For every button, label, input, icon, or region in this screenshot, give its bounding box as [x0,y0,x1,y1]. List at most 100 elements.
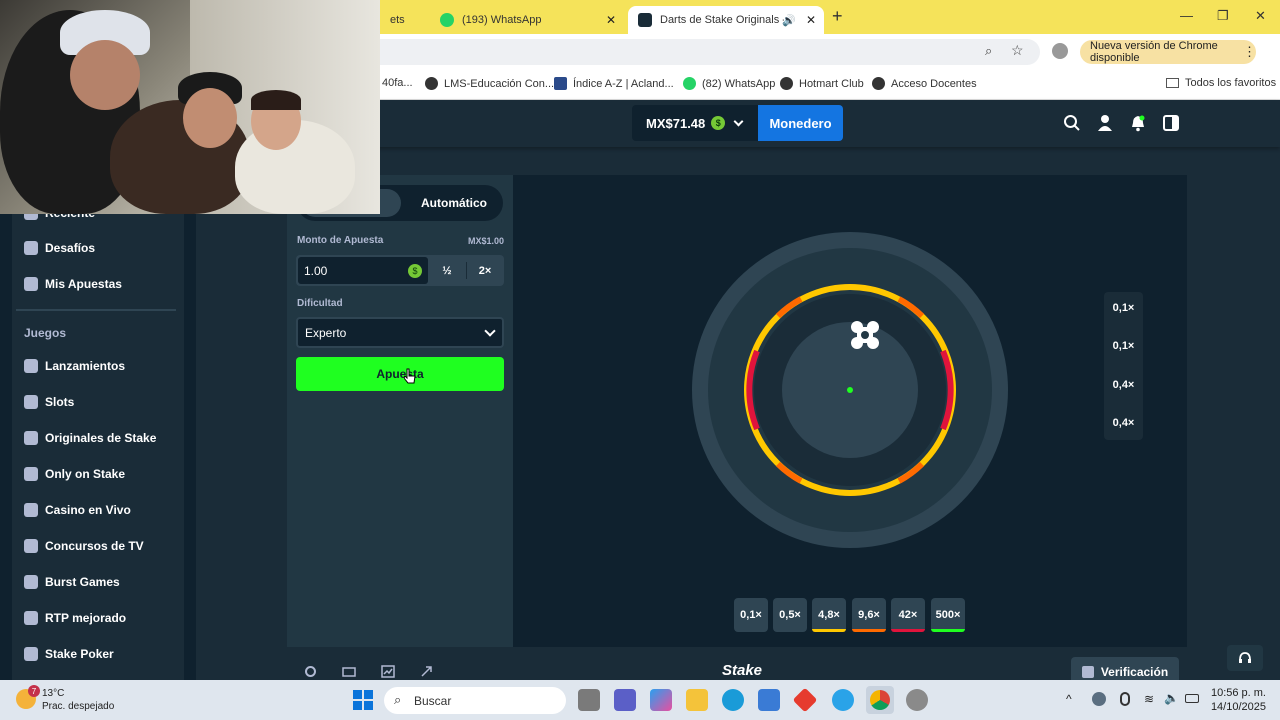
sidebar-item-rtp-mejorado[interactable]: RTP mejorado [24,611,126,625]
balance-display[interactable]: MX$71.48 $ [632,105,758,141]
close-icon[interactable]: ✕ [806,13,816,27]
battery-icon[interactable] [1185,694,1199,703]
verification-label: Verificación [1100,665,1169,679]
popout-icon[interactable] [420,665,433,678]
sidebar-item-only-on-stake[interactable]: Only on Stake [24,467,125,481]
theatre-mode-icon[interactable] [342,667,356,677]
chrome-active-icon[interactable] [866,686,894,714]
weather-widget[interactable]: 13°C Prac. despejado [42,687,114,713]
headset-icon [1239,652,1251,663]
side-multiplier: 0,4× [1112,379,1135,391]
copilot-icon[interactable] [650,689,672,711]
notification-badge: 7 [28,685,40,697]
sidebar-item-burst-games[interactable]: Burst Games [24,575,120,589]
half-bet-button[interactable]: ½ [430,255,464,286]
chrome-update-button[interactable]: Nueva versión de Chrome disponible ⋮ [1080,40,1256,64]
bet-panel: Automático Monto de Apuesta MX$1.00 1.00… [287,175,513,647]
sidebar-item-originales[interactable]: Originales de Stake [24,431,156,445]
bet-amount-row: 1.00 $ ½ 2× [296,255,504,286]
onedrive-icon[interactable] [1092,692,1106,706]
chip-label: 0,5× [779,609,801,621]
bookmark-item[interactable]: Índice A-Z | Acland... [554,77,674,90]
speaker-muted-icon[interactable]: 🔈 [1164,691,1179,705]
search-icon[interactable] [1063,114,1081,132]
window-close-icon[interactable]: ✕ [1255,8,1266,24]
browser-tab-stake[interactable]: Darts de Stake Originals - J 🔊 ✕ [628,6,824,34]
sidebar-item-lanzamientos[interactable]: Lanzamientos [24,359,125,373]
browser-tab-whatsapp[interactable]: (193) WhatsApp ✕ [430,6,624,34]
sidebar-toggle-icon[interactable] [1162,114,1180,132]
tab-automatico[interactable]: Automático [405,185,503,221]
difficulty-label: Dificultad [297,298,343,309]
settings-icon[interactable] [304,665,317,678]
profile-avatar[interactable] [1052,43,1068,59]
all-bookmarks[interactable]: Todos los favoritos [1166,77,1276,89]
file-explorer-icon[interactable] [686,689,708,711]
bet-button[interactable]: Apuesta [296,357,504,391]
globe-icon [425,77,438,90]
rtp-icon [24,611,38,625]
taskbar-search[interactable]: ⌕ Buscar [384,687,566,714]
more-icon[interactable]: ⋮ [1243,44,1256,60]
sidebar-item-label: Concursos de TV [45,539,144,553]
sidebar-item-label: Slots [45,395,75,409]
app-icon[interactable] [832,689,854,711]
speaker-icon[interactable]: 🔊 [782,14,796,27]
wallet-button[interactable]: Monedero [758,105,843,141]
bookmark-item[interactable]: LMS-Educación Con... [425,77,554,90]
bookmark-star-icon[interactable]: ☆ [1011,42,1024,59]
wifi-icon[interactable]: ≋ [1144,692,1154,706]
poker-icon [24,647,38,661]
bookmark-item[interactable]: 40fa... [382,77,413,89]
task-view-icon[interactable] [578,689,600,711]
difficulty-select[interactable]: Experto [296,317,504,348]
app-icon[interactable] [906,689,928,711]
bookmark-item[interactable]: Acceso Docentes [872,77,977,90]
weather-temp: 13°C [42,688,65,699]
windows-start-icon[interactable] [352,689,374,711]
chip-color-bar [931,629,965,632]
bell-icon[interactable] [1129,114,1147,132]
chevron-down-icon [733,116,744,126]
microphone-icon[interactable] [1120,692,1130,706]
sidebar-item-label: Desafíos [45,241,96,255]
balance-value: MX$71.48 [646,115,706,131]
bookmark-label: 40fa... [382,77,413,89]
bookmark-label: (82) WhatsApp [702,77,776,90]
omnibox[interactable] [360,39,1040,65]
sidebar-item-concursos-tv[interactable]: Concursos de TV [24,539,144,553]
sidebar-item-desafios[interactable]: Desafíos [24,241,95,255]
user-icon[interactable] [1096,114,1114,132]
browser-tab[interactable]: ets [380,6,426,34]
dartboard[interactable] [691,231,1009,549]
zoom-icon[interactable]: ⌕ [985,43,992,59]
sidebar-item-stake-poker[interactable]: Stake Poker [24,647,114,661]
whatsapp-icon [440,13,454,27]
bookmark-item[interactable]: (82) WhatsApp [683,77,775,90]
divider [466,262,467,279]
stake-favicon-icon [638,13,652,27]
tv-icon [24,539,38,553]
clock[interactable]: 10:56 p. m. 14/10/2025 [1204,686,1266,714]
sidebar-item-mis-apuestas[interactable]: Mis Apuestas [24,277,122,291]
edge-icon[interactable] [722,689,744,711]
store-icon[interactable] [758,689,780,711]
anydesk-icon[interactable] [792,687,818,713]
bookmark-label: Acceso Docentes [891,77,977,90]
bet-amount-input[interactable]: 1.00 $ [298,257,428,284]
double-bet-button[interactable]: 2× [468,255,502,286]
stats-icon[interactable] [381,665,395,678]
support-button[interactable] [1227,645,1263,671]
new-tab-icon[interactable]: + [832,6,843,27]
chevron-up-icon[interactable]: ^ [1066,692,1072,706]
slots-icon [24,395,38,409]
bookmark-item[interactable]: Hotmart Club [780,77,864,90]
minimize-icon[interactable]: — [1180,8,1193,23]
sidebar-item-casino-en-vivo[interactable]: Casino en Vivo [24,503,131,517]
teams-icon[interactable] [614,689,636,711]
close-icon[interactable]: ✕ [606,13,616,27]
maximize-icon[interactable]: ❐ [1217,8,1229,24]
sidebar-item-slots[interactable]: Slots [24,395,74,409]
side-multiplier: 0,4× [1112,417,1135,429]
currency-coin-icon: $ [408,264,422,278]
